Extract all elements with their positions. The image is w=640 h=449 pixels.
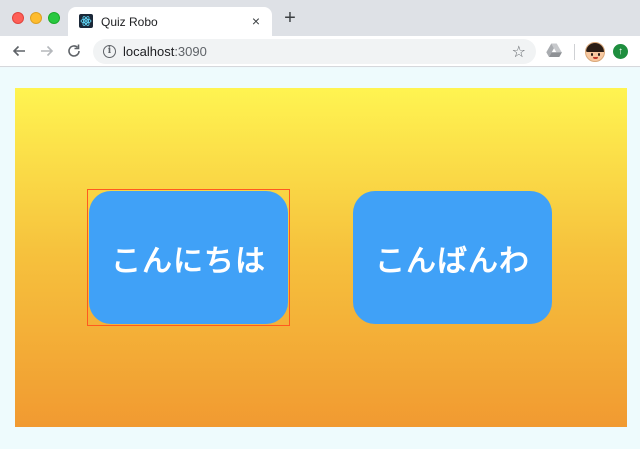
avatar[interactable]: [585, 42, 605, 62]
toolbar-separator: [574, 44, 575, 60]
reload-icon[interactable]: [65, 42, 83, 60]
url-port: :3090: [174, 44, 207, 59]
quiz-stage: こんにちは こんばんわ: [15, 88, 627, 427]
update-arrow-icon[interactable]: ↑: [613, 44, 628, 59]
page-content: こんにちは こんばんわ: [0, 68, 640, 449]
minimize-window-button[interactable]: [30, 12, 42, 24]
google-drive-icon[interactable]: [546, 43, 562, 58]
close-tab-icon[interactable]: ×: [248, 13, 264, 29]
browser-title-bar: Quiz Robo × +: [0, 0, 640, 36]
arrow-right-icon[interactable]: [38, 42, 56, 60]
maximize-window-button[interactable]: [48, 12, 60, 24]
browser-toolbar: i localhost:3090 ☆ ↑: [0, 36, 640, 67]
info-icon[interactable]: i: [103, 45, 116, 58]
browser-tab[interactable]: Quiz Robo ×: [68, 7, 272, 36]
arrow-left-icon[interactable]: [10, 42, 28, 60]
answer-button-konbanwa[interactable]: こんばんわ: [353, 191, 552, 324]
react-atom-icon: [79, 14, 93, 28]
star-icon[interactable]: ☆: [512, 42, 526, 62]
new-tab-button[interactable]: +: [281, 8, 299, 28]
url-host: localhost: [123, 44, 175, 59]
address-bar[interactable]: i localhost:3090 ☆: [93, 39, 536, 64]
answer-button-konnichiwa[interactable]: こんにちは: [89, 191, 288, 324]
url-text[interactable]: localhost:3090: [123, 44, 207, 59]
close-window-button[interactable]: [12, 12, 24, 24]
tab-title: Quiz Robo: [101, 15, 158, 29]
